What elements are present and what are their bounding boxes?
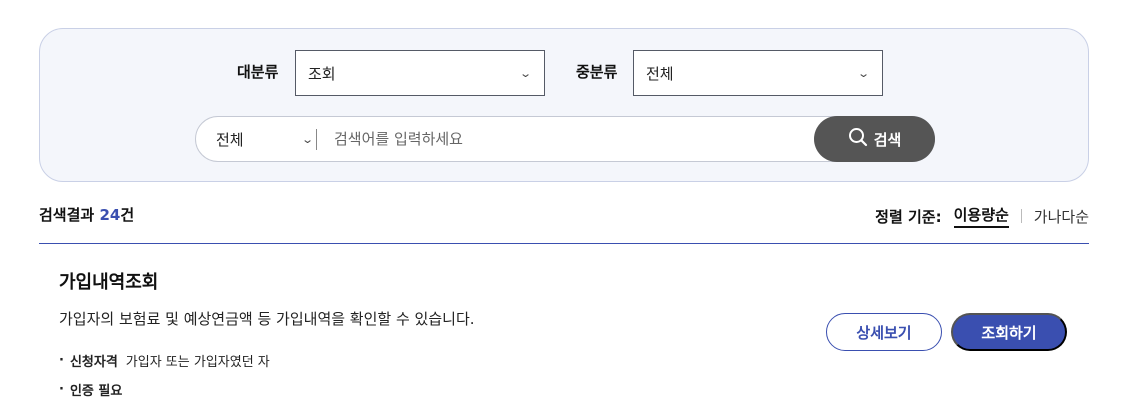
- major-category-select[interactable]: 조회 ⌄: [295, 50, 545, 96]
- eligibility-key: 신청자격: [69, 355, 118, 370]
- search-bar: 전체 ⌄ 검색: [195, 116, 935, 162]
- chevron-down-icon: ⌄: [856, 66, 870, 80]
- inquiry-button[interactable]: 조회하기: [951, 313, 1067, 351]
- sort-controls: 정렬 기준: 이용량순 가나다순: [875, 204, 1089, 228]
- middle-category-label: 중분류: [576, 63, 618, 81]
- major-category-label: 대분류: [237, 63, 279, 81]
- search-divider: [316, 129, 317, 150]
- bullet-icon: ·: [59, 353, 64, 368]
- sort-separator: [1020, 209, 1022, 223]
- bullet-icon: ·: [59, 382, 64, 397]
- result-count-number: 24: [99, 206, 121, 224]
- middle-category-value: 전체: [646, 64, 674, 83]
- result-count: 검색결과 24건: [39, 204, 134, 225]
- search-scope-select[interactable]: 전체 ⌄: [216, 117, 314, 161]
- middle-category-select[interactable]: 전체 ⌄: [633, 50, 883, 96]
- search-button[interactable]: 검색: [814, 116, 935, 162]
- sort-option-alphabetical[interactable]: 가나다순: [1034, 206, 1089, 227]
- service-description: 가입자의 보험료 및 예상연금액 등 가입내역을 확인할 수 있습니다.: [59, 310, 475, 328]
- search-input[interactable]: [334, 124, 804, 154]
- sort-label: 정렬 기준:: [875, 207, 942, 226]
- search-panel: 대분류 조회 ⌄ 중분류 전체 ⌄ 전체 ⌄ 검색: [39, 28, 1089, 182]
- chevron-down-icon: ⌄: [518, 66, 532, 80]
- service-title: 가입내역조회: [59, 272, 159, 293]
- result-count-prefix: 검색결과: [39, 206, 100, 224]
- major-category-value: 조회: [308, 64, 336, 83]
- auth-row: · 인증 필요: [59, 380, 130, 399]
- auth-required: 인증 필요: [69, 384, 123, 399]
- detail-button[interactable]: 상세보기: [826, 313, 942, 351]
- results-divider: [39, 243, 1089, 244]
- eligibility-row: · 신청자격 가입자 또는 가입자였던 자: [59, 351, 270, 370]
- search-icon: [848, 127, 868, 151]
- search-button-label: 검색: [873, 131, 902, 149]
- eligibility-value: 가입자 또는 가입자였던 자: [125, 355, 270, 370]
- sort-option-usage[interactable]: 이용량순: [953, 204, 1009, 228]
- chevron-down-icon: ⌄: [300, 132, 314, 146]
- result-count-suffix: 건: [120, 206, 135, 224]
- search-scope-value: 전체: [216, 130, 244, 149]
